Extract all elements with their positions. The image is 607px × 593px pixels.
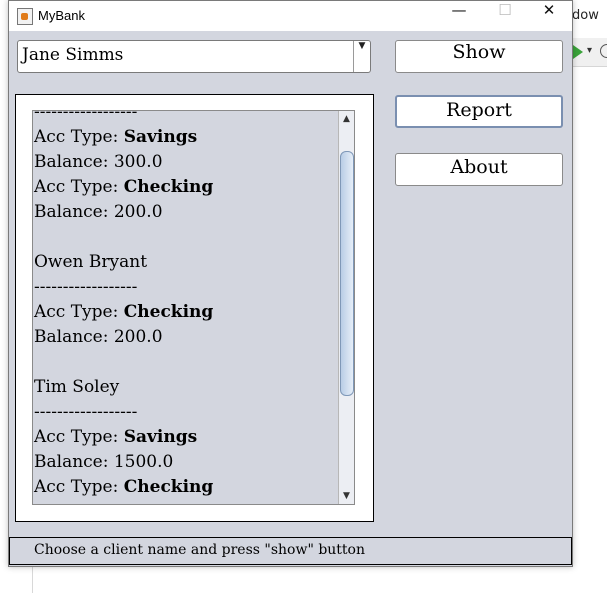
account-type-label: Acc Type: — [34, 477, 124, 497]
report-line: Acc Type: Checking — [34, 175, 334, 200]
background-menu-fragment: dow — [572, 8, 599, 23]
about-button[interactable]: About — [395, 153, 563, 186]
report-text: ------------------ Acc Type: Savings Balan… — [34, 110, 334, 500]
report-line: Acc Type: Checking — [34, 300, 334, 325]
chevron-down-icon[interactable]: ▼ — [353, 41, 370, 72]
scrollbar-thumb[interactable] — [340, 151, 354, 396]
report-line: Balance: 200.0 — [34, 327, 163, 347]
report-panel: ------------------ Acc Type: Savings Balan… — [15, 94, 374, 522]
report-line — [34, 350, 334, 375]
title-bar[interactable]: MyBank — ☐ ✕ — [9, 1, 572, 31]
account-type-label: Acc Type: — [34, 127, 124, 147]
account-type-value: Checking — [123, 302, 214, 322]
client-select-value: Jane Simms — [22, 45, 124, 65]
report-line: Balance: 200.0 — [34, 202, 163, 222]
background-ide — [570, 0, 607, 593]
report-line: Acc Type: Savings — [34, 125, 334, 150]
report-line — [34, 225, 334, 250]
report-line: Tim Soley — [34, 377, 120, 397]
java-app-icon — [17, 8, 33, 25]
report-line: ------------------ — [34, 402, 138, 422]
report-line: ------------------ — [34, 277, 138, 297]
account-type-value: Savings — [123, 427, 198, 447]
report-line: Owen Bryant — [34, 252, 148, 272]
status-bar: Choose a client name and press "show" bu… — [9, 537, 572, 565]
status-text: Choose a client name and press "show" bu… — [34, 542, 366, 558]
account-type-value: Checking — [123, 177, 214, 197]
report-line: Balance: 300.0 — [34, 152, 163, 172]
report-text-area[interactable]: ------------------ Acc Type: Savings Balan… — [32, 110, 355, 505]
account-type-label: Acc Type: — [34, 302, 124, 322]
account-type-label: Acc Type: — [34, 177, 124, 197]
account-type-label: Acc Type: — [34, 427, 124, 447]
scroll-down-icon[interactable]: ▼ — [339, 488, 354, 504]
chevron-down-icon[interactable]: ▾ — [587, 45, 592, 56]
minimize-button[interactable]: — — [436, 1, 482, 31]
window-title: MyBank — [38, 8, 85, 23]
vertical-scrollbar[interactable]: ▲ ▼ — [338, 111, 354, 504]
background-divider — [32, 563, 33, 593]
show-button[interactable]: Show — [395, 40, 563, 73]
report-button[interactable]: Report — [395, 95, 563, 128]
scroll-up-icon[interactable]: ▲ — [339, 111, 354, 127]
background-strip — [0, 563, 607, 593]
circle-icon[interactable] — [600, 44, 607, 58]
close-button[interactable]: ✕ — [526, 1, 572, 31]
account-type-value: Checking — [123, 477, 214, 497]
report-line: ------------------ — [34, 110, 138, 122]
run-icon[interactable] — [573, 45, 583, 59]
mybank-window: MyBank — ☐ ✕ Jane Simms ▼ Show Report Ab… — [8, 0, 573, 567]
account-type-value: Savings — [123, 127, 198, 147]
report-line: Acc Type: Savings — [34, 425, 334, 450]
client-select[interactable]: Jane Simms ▼ — [17, 40, 371, 73]
maximize-button[interactable]: ☐ — [482, 1, 528, 31]
report-line: Balance: 1500.0 — [34, 452, 174, 472]
report-line: Acc Type: Checking — [34, 475, 334, 500]
